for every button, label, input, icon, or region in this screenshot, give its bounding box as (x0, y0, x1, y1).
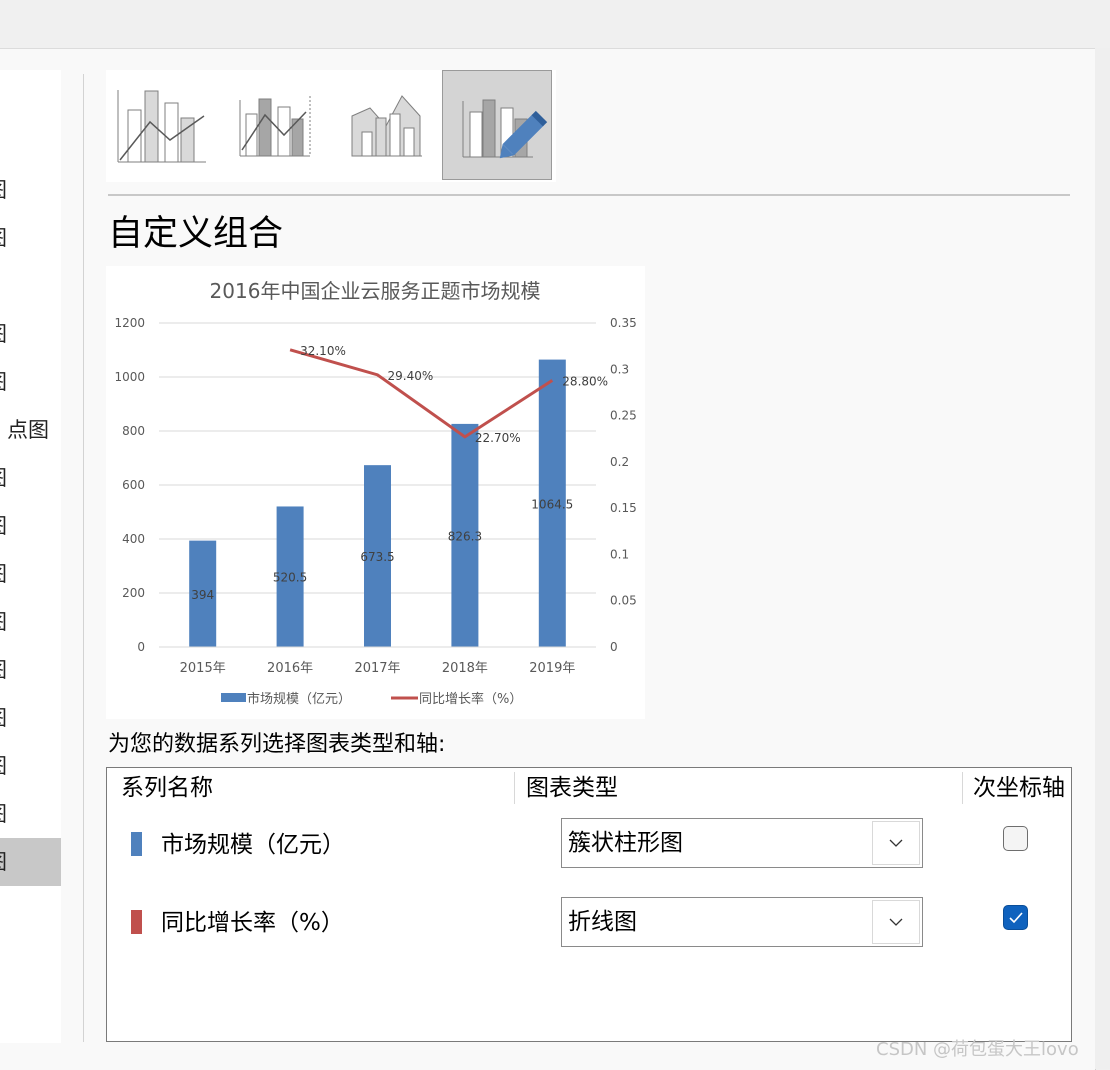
column-separator (962, 772, 963, 804)
chart-type-value: 簇状柱形图 (568, 830, 683, 856)
clustered-column-line-icon[interactable] (106, 70, 216, 180)
window-edge (1095, 48, 1110, 1069)
column-separator (514, 772, 515, 804)
chart-type-item[interactable]: 图 (0, 310, 61, 358)
y-tick-label: 600 (122, 478, 145, 492)
chart-type-label: 图 (0, 310, 7, 358)
y2-tick-label: 0.25 (610, 409, 637, 423)
y2-tick-label: 0.3 (610, 362, 629, 376)
bar-data-label: 826.3 (448, 529, 482, 543)
y-tick-label: 1000 (114, 370, 145, 384)
chart-type-dropdown[interactable]: 折线图 (561, 897, 923, 947)
chart-type-value: 折线图 (568, 909, 637, 935)
y-tick-label: 200 (122, 586, 145, 600)
chart-type-item[interactable]: 图 (0, 646, 61, 694)
chart-type-label: 图 (0, 790, 7, 838)
checkmark-icon (1009, 912, 1023, 924)
vertical-divider (83, 74, 84, 1042)
line-data-label: 32.10% (300, 344, 346, 358)
custom-combination-icon[interactable] (442, 70, 552, 180)
x-tick-label: 2018年 (442, 661, 488, 676)
chevron-down-icon (889, 839, 903, 847)
chart-type-item-combo[interactable]: 图 (0, 838, 61, 886)
chart-type-label: 图 (0, 214, 7, 262)
chart-type-dropdown[interactable]: 簇状柱形图 (561, 818, 923, 868)
chart-type-item[interactable]: 图 (0, 598, 61, 646)
chart-preview: 2016年中国企业云服务正题市场规模 0 200 400 600 800 1000 1200 0… (106, 266, 645, 719)
chart-type-item[interactable]: 图 (0, 214, 61, 262)
chart-type-label: 点图 (7, 418, 49, 442)
chart-type-label: 图 (0, 502, 7, 550)
chart-type-item[interactable]: 图 (0, 502, 61, 550)
column-header-chart-type: 图表类型 (526, 775, 618, 801)
dropdown-button[interactable] (872, 900, 920, 944)
y-tick-label: 0 (137, 640, 145, 654)
series-color-swatch (131, 832, 142, 856)
series-prompt: 为您的数据系列选择图表类型和轴: (108, 732, 446, 757)
y2-tick-label: 0.35 (610, 316, 637, 330)
x-tick-label: 2019年 (529, 661, 575, 676)
y2-tick-label: 0.2 (610, 455, 629, 469)
column-header-secondary-axis: 次坐标轴 (973, 775, 1065, 801)
chart-type-label: 图 (0, 646, 7, 694)
y2-tick-label: 0.15 (610, 501, 637, 515)
chart-type-label: 图 (0, 742, 7, 790)
chart-type-item[interactable]: 图 (0, 694, 61, 742)
chart-type-item[interactable]: 图 (0, 790, 61, 838)
line-data-label: 29.40% (388, 369, 434, 383)
y-tick-label: 800 (122, 424, 145, 438)
chevron-down-icon (889, 918, 903, 926)
stacked-area-column-icon[interactable] (330, 70, 440, 180)
chart-type-item[interactable]: 图 (0, 166, 61, 214)
dropdown-button[interactable] (872, 821, 920, 865)
chart-type-item[interactable]: 图 (0, 454, 61, 502)
growth-line (289, 348, 554, 439)
bar-data-label: 673.5 (360, 550, 394, 564)
chart-type-label: 图 (0, 358, 7, 406)
chart-type-label: 图 (0, 550, 7, 598)
chart-type-item[interactable]: 点图 (0, 406, 61, 454)
chart-type-list: 图 图 图 图 点图 图 图 图 图 图 图 图 图 图 (0, 70, 61, 1043)
bar-data-label: 394 (191, 588, 214, 602)
series-table: 系列名称 图表类型 次坐标轴 市场规模（亿元） 簇状柱形图 同比增长率（%） 折… (106, 767, 1072, 1042)
series-name: 同比增长率（%） (161, 910, 344, 936)
bar-data-label: 520.5 (273, 571, 307, 585)
combo-subtype-gallery (106, 70, 556, 182)
legend-label: 同比增长率（%） (419, 691, 522, 707)
legend-label: 市场规模（亿元） (247, 691, 351, 707)
chart-title: 2016年中国企业云服务正题市场规模 (210, 279, 541, 303)
secondary-axis-checkbox[interactable] (1003, 826, 1028, 851)
x-tick-label: 2015年 (180, 661, 226, 676)
y2-tick-label: 0.05 (610, 594, 637, 608)
chart-type-item[interactable]: 图 (0, 358, 61, 406)
y-tick-label: 400 (122, 532, 145, 546)
x-tick-label: 2017年 (354, 661, 400, 676)
series-color-swatch (131, 910, 142, 934)
chart-type-item[interactable]: 图 (0, 550, 61, 598)
y2-tick-label: 0.1 (610, 547, 629, 561)
watermark: CSDN @荷包蛋大王lovo (876, 1039, 1079, 1060)
chart-type-label: 图 (0, 454, 7, 502)
column-header-series: 系列名称 (121, 775, 213, 801)
chart-type-label: 图 (0, 838, 7, 886)
chart-type-item[interactable]: 图 (0, 742, 61, 790)
legend-swatch-bar (221, 693, 246, 702)
chart-type-label: 图 (0, 166, 7, 214)
series-name: 市场规模（亿元） (161, 832, 345, 858)
section-title: 自定义组合 (108, 214, 284, 254)
secondary-axis-checkbox[interactable] (1003, 905, 1028, 930)
y-tick-label: 1200 (114, 316, 145, 330)
x-tick-label: 2016年 (267, 661, 313, 676)
section-divider (108, 194, 1070, 196)
chart-type-label: 图 (0, 694, 7, 742)
chart-type-label: 图 (0, 598, 7, 646)
chart-preview-svg: 2016年中国企业云服务正题市场规模 0 200 400 600 800 1000 1200 0… (114, 279, 637, 707)
bar-data-label: 1064.5 (531, 497, 573, 511)
line-data-label: 22.70% (475, 431, 521, 445)
line-data-label: 28.80% (562, 374, 608, 388)
y2-tick-label: 0 (610, 640, 618, 654)
clustered-column-line-secondary-axis-icon[interactable] (218, 70, 328, 180)
